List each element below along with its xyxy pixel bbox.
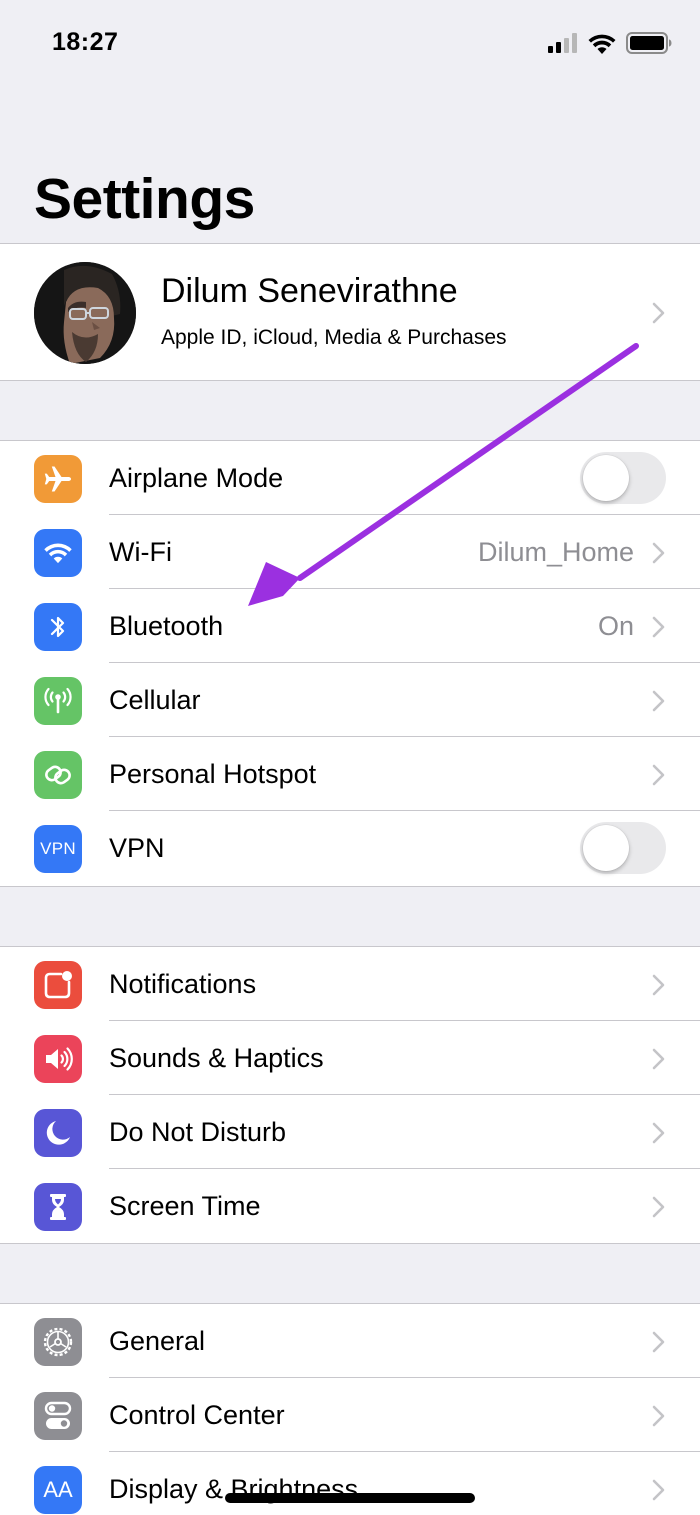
chevron-right-icon <box>652 542 665 564</box>
chevron-right-icon <box>652 1122 665 1144</box>
vpn-toggle[interactable] <box>580 822 666 874</box>
row-label: Bluetooth <box>109 611 224 641</box>
settings-row-notifications[interactable]: Notifications <box>0 947 700 1021</box>
chevron-right-icon <box>652 1479 665 1501</box>
row-label: Sounds & Haptics <box>109 1043 324 1073</box>
settings-row-control-center[interactable]: Control Center <box>0 1378 700 1452</box>
settings-row-wifi[interactable]: Wi-Fi Dilum_Home <box>0 515 700 589</box>
profile-name: Dilum Senevirathne <box>161 272 458 310</box>
row-label: Do Not Disturb <box>109 1117 287 1147</box>
general-group: General Control Center AA Display & Brig… <box>0 1303 700 1515</box>
chevron-right-icon <box>652 302 665 324</box>
row-label: Airplane Mode <box>109 463 284 493</box>
display-brightness-icon: AA <box>34 1466 82 1514</box>
toggle-knob <box>583 455 629 501</box>
hourglass-icon <box>34 1183 82 1231</box>
chevron-right-icon <box>652 1331 665 1353</box>
row-label: Display & Brightness <box>109 1474 359 1504</box>
avatar <box>34 262 136 364</box>
wifi-icon <box>34 529 82 577</box>
row-label: Cellular <box>109 685 201 715</box>
chevron-right-icon <box>652 764 665 786</box>
bluetooth-icon <box>34 603 82 651</box>
row-label: Personal Hotspot <box>109 759 317 789</box>
row-label: VPN <box>109 833 165 863</box>
gear-icon <box>34 1318 82 1366</box>
settings-row-do-not-disturb[interactable]: Do Not Disturb <box>0 1095 700 1169</box>
row-label: Wi-Fi <box>109 537 172 567</box>
settings-screen: 18:27 Settings Dilum Senevirathne Apple … <box>0 0 700 1515</box>
settings-row-screen-time[interactable]: Screen Time <box>0 1169 700 1243</box>
vpn-icon: VPN <box>34 825 82 873</box>
settings-row-sounds-haptics[interactable]: Sounds & Haptics <box>0 1021 700 1095</box>
battery-icon <box>626 32 672 54</box>
settings-row-vpn[interactable]: VPN VPN <box>0 811 700 885</box>
row-label: Control Center <box>109 1400 285 1430</box>
status-bar: 18:27 <box>0 0 700 90</box>
alerts-group: Notifications Sounds & Haptics Do Not Di… <box>0 946 700 1244</box>
speaker-icon <box>34 1035 82 1083</box>
chevron-right-icon <box>652 1196 665 1218</box>
notifications-icon <box>34 961 82 1009</box>
chevron-right-icon <box>652 974 665 996</box>
settings-row-personal-hotspot[interactable]: Personal Hotspot <box>0 737 700 811</box>
chevron-right-icon <box>652 690 665 712</box>
settings-row-general[interactable]: General <box>0 1304 700 1378</box>
toggles-icon <box>34 1392 82 1440</box>
airplane-mode-toggle[interactable] <box>580 452 666 504</box>
settings-row-cellular[interactable]: Cellular <box>0 663 700 737</box>
home-indicator <box>225 1493 475 1503</box>
cellular-signal-icon <box>548 33 577 53</box>
profile-subtitle: Apple ID, iCloud, Media & Purchases <box>161 326 507 349</box>
row-label: Screen Time <box>109 1191 261 1221</box>
apple-id-profile-row[interactable]: Dilum Senevirathne Apple ID, iCloud, Med… <box>0 243 700 381</box>
page-title: Settings <box>34 167 255 231</box>
connectivity-group: Airplane Mode Wi-Fi Dilum_Home Bluetooth… <box>0 440 700 887</box>
airplane-icon <box>34 455 82 503</box>
chevron-right-icon <box>652 1405 665 1427</box>
row-label: General <box>109 1326 206 1356</box>
row-label: Notifications <box>109 969 257 999</box>
cellular-antenna-icon <box>34 677 82 725</box>
moon-icon <box>34 1109 82 1157</box>
wifi-icon <box>588 34 616 54</box>
status-icons <box>548 30 672 56</box>
settings-row-display-brightness[interactable]: AA Display & Brightness <box>0 1452 700 1515</box>
wifi-network-value: Dilum_Home <box>477 537 634 567</box>
toggle-knob <box>583 825 629 871</box>
settings-row-bluetooth[interactable]: Bluetooth On <box>0 589 700 663</box>
hotspot-link-icon <box>34 751 82 799</box>
chevron-right-icon <box>652 616 665 638</box>
status-time: 18:27 <box>52 28 119 56</box>
bluetooth-status-value: On <box>597 611 634 641</box>
settings-row-airplane-mode[interactable]: Airplane Mode <box>0 441 700 515</box>
chevron-right-icon <box>652 1048 665 1070</box>
